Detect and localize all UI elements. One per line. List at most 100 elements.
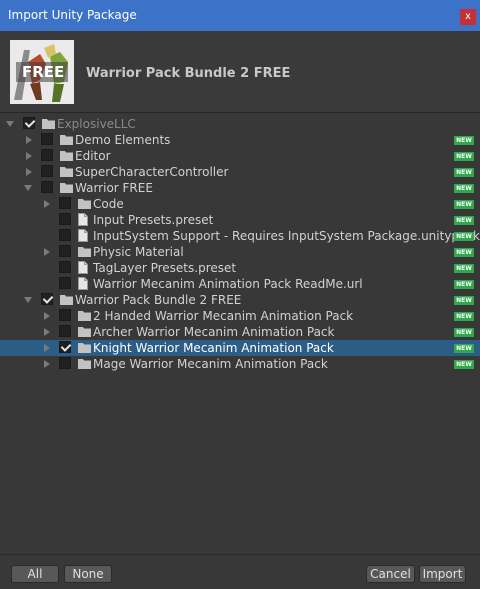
- item-checkbox[interactable]: [59, 309, 71, 321]
- tree-row[interactable]: Knight Warrior Mecanim Animation Pack NEW: [0, 340, 480, 356]
- tree-row[interactable]: InputSystem Support - Requires InputSyst…: [0, 228, 480, 244]
- new-badge: NEW: [454, 200, 474, 209]
- tree-row[interactable]: Warrior FREE NEW: [0, 180, 480, 196]
- new-badge: NEW: [454, 168, 474, 177]
- tree-item-label: Input Presets.preset: [93, 213, 214, 227]
- new-badge: NEW: [454, 248, 474, 257]
- tree-row[interactable]: Warrior Mecanim Animation Pack ReadMe.ur…: [0, 276, 480, 292]
- tree-item-label: Warrior FREE: [75, 181, 153, 195]
- new-badge: NEW: [454, 264, 474, 273]
- tree-row[interactable]: SuperCharacterController NEW: [0, 164, 480, 180]
- item-checkbox[interactable]: [59, 277, 71, 289]
- expand-right-icon[interactable]: [26, 152, 32, 160]
- select-none-button[interactable]: None: [64, 565, 112, 583]
- logo-text: FREE: [22, 63, 65, 81]
- new-badge: NEW: [454, 232, 474, 241]
- select-all-button[interactable]: All: [11, 565, 59, 583]
- tree-row[interactable]: Mage Warrior Mecanim Animation Pack NEW: [0, 356, 480, 372]
- expand-right-icon[interactable]: [26, 136, 32, 144]
- expand-down-icon[interactable]: [24, 185, 32, 191]
- import-button[interactable]: Import: [419, 565, 466, 583]
- folder-icon: [78, 326, 91, 340]
- file-icon: [78, 229, 88, 245]
- item-checkbox[interactable]: [59, 341, 71, 353]
- new-badge: NEW: [454, 136, 474, 145]
- tree-item-label: SuperCharacterController: [75, 165, 229, 179]
- expand-right-icon[interactable]: [26, 168, 32, 176]
- tree-row[interactable]: 2 Handed Warrior Mecanim Animation Pack N…: [0, 308, 480, 324]
- expand-right-icon[interactable]: [44, 248, 50, 256]
- folder-icon: [60, 294, 73, 308]
- item-checkbox[interactable]: [59, 197, 71, 209]
- new-badge: NEW: [454, 184, 474, 193]
- file-icon: [78, 213, 88, 229]
- folder-icon: [78, 310, 91, 324]
- tree-row[interactable]: Input Presets.preset NEW: [0, 212, 480, 228]
- tree-item-label: Mage Warrior Mecanim Animation Pack: [93, 357, 328, 371]
- expand-right-icon[interactable]: [44, 312, 50, 320]
- folder-icon: [60, 150, 73, 164]
- expand-right-icon[interactable]: [44, 344, 50, 352]
- tree-item-label: Physic Material: [93, 245, 184, 259]
- tree-item-label: Code: [93, 197, 124, 211]
- expand-down-icon[interactable]: [24, 297, 32, 303]
- footer-bar: All None Cancel Import: [0, 554, 480, 589]
- item-checkbox[interactable]: [41, 149, 53, 161]
- item-checkbox[interactable]: [59, 357, 71, 369]
- item-checkbox[interactable]: [41, 293, 53, 305]
- item-checkbox[interactable]: [59, 261, 71, 273]
- tree-row[interactable]: Physic Material NEW: [0, 244, 480, 260]
- close-button[interactable]: x: [460, 9, 476, 25]
- new-badge: NEW: [454, 296, 474, 305]
- cancel-button[interactable]: Cancel: [366, 565, 415, 583]
- tree-item-label: Demo Elements: [75, 133, 171, 147]
- tree-item-label: Warrior Mecanim Animation Pack ReadMe.ur…: [93, 277, 363, 291]
- expand-right-icon[interactable]: [44, 200, 50, 208]
- folder-icon: [78, 342, 91, 356]
- expand-right-icon[interactable]: [44, 360, 50, 368]
- tree-row[interactable]: TagLayer Presets.preset NEW: [0, 260, 480, 276]
- tree-item-label: Editor: [75, 149, 111, 163]
- item-checkbox[interactable]: [41, 165, 53, 177]
- tree-item-label: InputSystem Support - Requires InputSyst…: [93, 229, 480, 243]
- folder-icon: [60, 166, 73, 180]
- tree-row[interactable]: Warrior Pack Bundle 2 FREE NEW: [0, 292, 480, 308]
- new-badge: NEW: [454, 360, 474, 369]
- file-icon: [78, 261, 88, 277]
- item-checkbox[interactable]: [41, 181, 53, 193]
- expand-right-icon[interactable]: [44, 328, 50, 336]
- folder-icon: [78, 358, 91, 372]
- package-title: Warrior Pack Bundle 2 FREE: [86, 66, 291, 81]
- new-badge: NEW: [454, 344, 474, 353]
- asset-tree: ExplosiveLLC Demo Elements NEW Editor NEW Sup…: [0, 114, 480, 554]
- folder-icon: [78, 246, 91, 260]
- tree-row[interactable]: Archer Warrior Mecanim Animation Pack NEW: [0, 324, 480, 340]
- item-checkbox[interactable]: [23, 117, 35, 129]
- package-logo: FREE: [10, 40, 74, 104]
- tree-item-label: Archer Warrior Mecanim Animation Pack: [93, 325, 335, 339]
- item-checkbox[interactable]: [59, 229, 71, 241]
- item-checkbox[interactable]: [59, 325, 71, 337]
- expand-down-icon[interactable]: [6, 121, 14, 127]
- new-badge: NEW: [454, 328, 474, 337]
- tree-item-label: Knight Warrior Mecanim Animation Pack: [93, 341, 334, 355]
- tree-item-label: 2 Handed Warrior Mecanim Animation Pack: [93, 309, 354, 323]
- file-icon: [78, 277, 88, 293]
- tree-row[interactable]: Editor NEW: [0, 148, 480, 164]
- tree-item-label: Warrior Pack Bundle 2 FREE: [75, 293, 242, 307]
- tree-row[interactable]: Code NEW: [0, 196, 480, 212]
- tree-row[interactable]: ExplosiveLLC: [0, 116, 480, 132]
- new-badge: NEW: [454, 216, 474, 225]
- folder-icon: [60, 134, 73, 148]
- item-checkbox[interactable]: [41, 133, 53, 145]
- tree-row[interactable]: Demo Elements NEW: [0, 132, 480, 148]
- folder-icon: [60, 182, 73, 196]
- folder-icon: [42, 118, 55, 132]
- window-title: Import Unity Package: [8, 8, 137, 22]
- folder-icon: [78, 198, 91, 212]
- item-checkbox[interactable]: [59, 245, 71, 257]
- new-badge: NEW: [454, 152, 474, 161]
- tree-item-label: TagLayer Presets.preset: [93, 261, 237, 275]
- item-checkbox[interactable]: [59, 213, 71, 225]
- package-header: FREE Warrior Pack Bundle 2 FREE: [0, 31, 480, 113]
